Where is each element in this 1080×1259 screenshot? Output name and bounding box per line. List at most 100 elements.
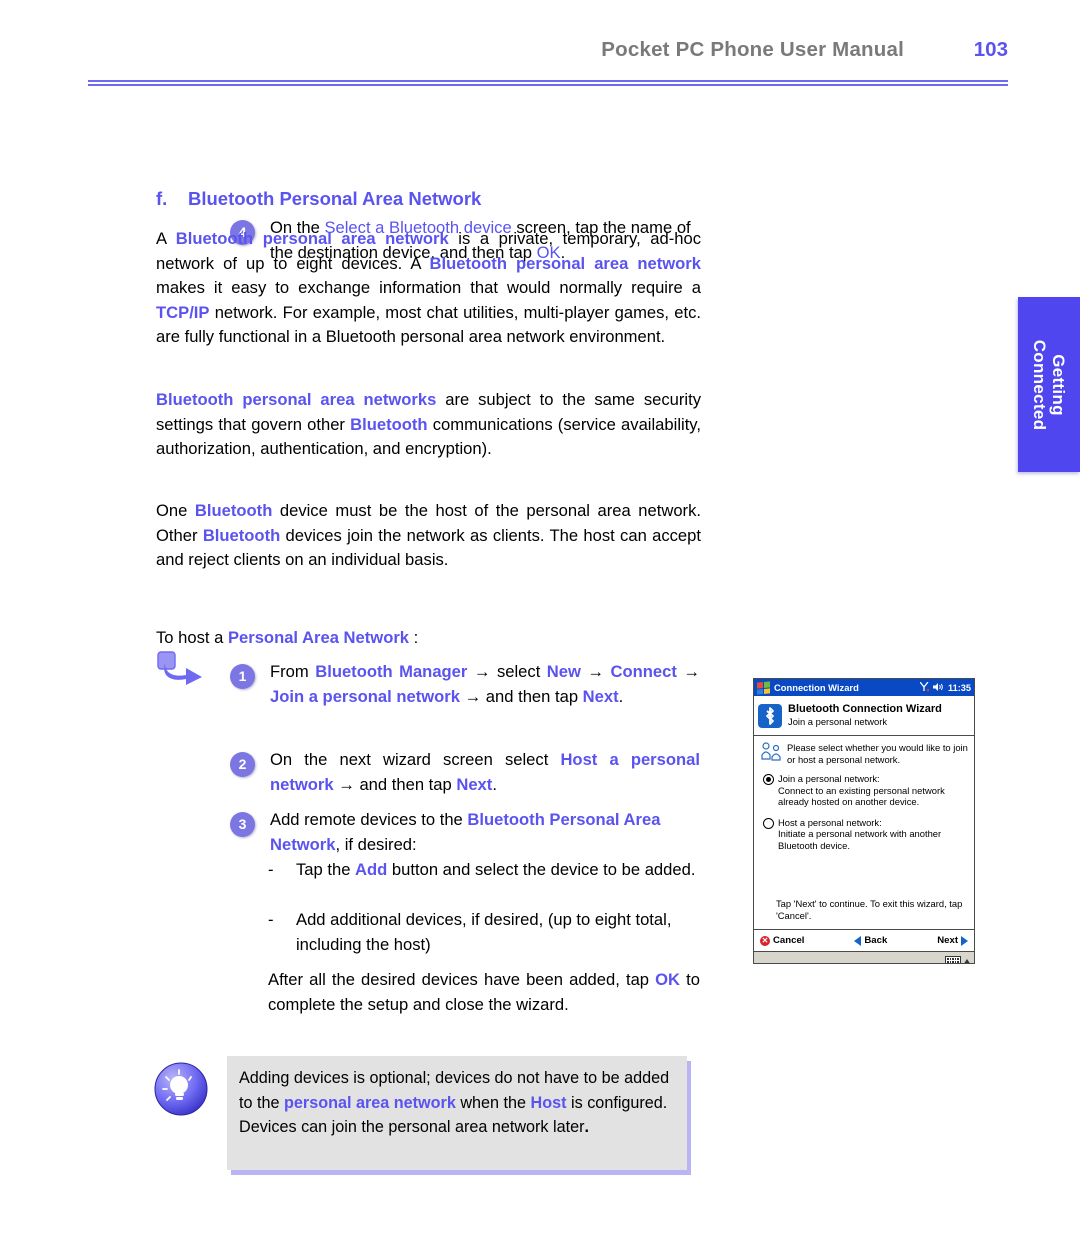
- note-text: Adding devices is optional; devices do n…: [239, 1066, 679, 1140]
- pda-screenshot: Connection Wizard 11:35 Bluetooth Connec…: [753, 678, 975, 964]
- pda-option-host-desc: Initiate a personal network with another…: [778, 828, 942, 851]
- pda-clock: 11:35: [948, 682, 971, 693]
- pda-option-host-title: Host a personal network:: [778, 816, 882, 828]
- side-tab-label: Getting Connected: [1030, 339, 1068, 430]
- arrow-left-icon: [854, 935, 862, 946]
- keyboard-icon[interactable]: [945, 956, 961, 963]
- p1-keyword-1: Bluetooth personal area network: [175, 229, 449, 248]
- pda-option-join-desc: Connect to an existing personal network …: [778, 784, 945, 808]
- note-box: Adding devices is optional; devices do n…: [227, 1056, 687, 1170]
- section-letter: f.: [156, 188, 168, 209]
- chevron-up-icon[interactable]: [963, 959, 971, 963]
- pda-cancel-button[interactable]: ✕ Cancel: [760, 935, 804, 946]
- pda-button-bar: ✕ Cancel Back Next: [754, 930, 974, 952]
- s1-keyword-next: Next: [582, 686, 619, 706]
- p1-s4: network. For example, most chat utilitie…: [156, 302, 701, 347]
- p2-keyword-1: Bluetooth personal area networks: [156, 390, 437, 409]
- pda-next-label: Next: [937, 935, 959, 946]
- s1-keyword-connect: Connect: [610, 662, 677, 681]
- bullet-1-text: Tap the Add button and select the device…: [296, 858, 700, 883]
- pda-back-label: Back: [864, 935, 888, 946]
- b1-s2: button and select the device to be added…: [387, 860, 696, 879]
- b1-keyword-add: Add: [355, 860, 388, 879]
- s1-keyword-bt-manager: Bluetooth Manager: [315, 662, 468, 681]
- section-heading: f. Bluetooth Personal Area Network: [156, 188, 481, 210]
- pda-body: Please select whether you would like to …: [754, 736, 974, 930]
- page-title: Pocket PC Phone User Manual: [601, 38, 904, 61]
- pda-next-button[interactable]: Next: [937, 935, 969, 946]
- pda-option-host[interactable]: Host a personal network: Initiate a pers…: [759, 817, 969, 852]
- step-1-text: From Bluetooth Manager → select New → Co…: [270, 660, 700, 709]
- radio-join-personal-network[interactable]: [763, 774, 774, 785]
- to-host-line: To host a Personal Area Network :: [156, 626, 701, 651]
- s1-arrow-4: →: [459, 686, 486, 706]
- to-host-s2: :: [409, 628, 419, 647]
- note-keyword-pan: personal area network: [284, 1093, 456, 1112]
- pda-option-join-text: Join a personal network: Connect to an e…: [778, 773, 969, 808]
- pointer-arrow-icon: [157, 651, 202, 685]
- to-host-s1: To host a: [156, 628, 228, 647]
- s1-s2: select: [496, 662, 547, 681]
- s2-arrow-1: →: [333, 774, 360, 794]
- paragraph-3: One Bluetooth device must be the host of…: [156, 499, 701, 573]
- s2-s1: On the next wizard screen select: [270, 750, 561, 769]
- pda-title-text: Connection Wizard: [774, 682, 859, 693]
- s3-s1: Add remote devices to the: [270, 810, 468, 829]
- radio-host-personal-network[interactable]: [763, 817, 774, 829]
- note-s2: when the: [455, 1093, 531, 1112]
- bullet-2-dash: -: [268, 910, 274, 929]
- side-tab-getting-connected: Getting Connected: [1018, 297, 1080, 472]
- paragraph-2: Bluetooth personal area networks are sub…: [156, 388, 701, 462]
- pda-wizard-subtitle: Join a personal network: [788, 716, 888, 727]
- windows-logo-icon: [757, 680, 770, 695]
- step-number-3: 3: [230, 812, 255, 837]
- p3-keyword-2: Bluetooth: [202, 525, 281, 545]
- p3-s1: One: [156, 501, 195, 520]
- pda-header-text: Bluetooth Connection Wizard Join a perso…: [788, 703, 942, 728]
- s1-keyword-join: Join a personal network: [270, 686, 460, 706]
- cancel-icon: ✕: [760, 935, 770, 946]
- p1-s1: A: [156, 229, 176, 248]
- s1-s4: .: [618, 686, 624, 706]
- pda-status-icons: 11:35: [919, 681, 971, 694]
- pda-intro-row: Please select whether you would like to …: [759, 741, 969, 765]
- paragraph-1: A Bluetooth personal area network is a p…: [156, 227, 701, 350]
- pda-tip-text: Tap 'Next' to continue. To exit this wiz…: [776, 898, 963, 921]
- side-tab-line-2: Connected: [1030, 339, 1049, 430]
- pda-cancel-label: Cancel: [773, 935, 805, 946]
- step-2-text: On the next wizard screen select Host a …: [270, 748, 700, 797]
- p3-keyword-1: Bluetooth: [194, 501, 273, 520]
- step-number-2: 2: [230, 752, 255, 777]
- s2-s3: .: [492, 774, 497, 794]
- s1-arrow-3: →: [676, 662, 700, 681]
- pda-option-host-text: Host a personal network: Initiate a pers…: [778, 817, 969, 852]
- pda-wizard-header: Bluetooth Connection Wizard Join a perso…: [754, 696, 974, 736]
- note-s4: .: [584, 1118, 590, 1137]
- people-network-icon: [761, 742, 781, 761]
- s1-arrow-2: →: [580, 662, 611, 681]
- b1-s1: Tap the: [296, 860, 356, 879]
- cl-s1: After all the desired devices have been …: [268, 970, 656, 989]
- pda-taskbar: [754, 952, 974, 963]
- bluetooth-icon: [758, 703, 782, 728]
- bullet-2-text: Add additional devices, if desired, (up …: [296, 910, 672, 954]
- pda-intro-text: Please select whether you would like to …: [787, 742, 968, 765]
- pda-wizard-title: Bluetooth Connection Wizard: [788, 703, 942, 715]
- s3-s2: , if desired:: [335, 834, 417, 854]
- side-tab-line-1: Getting: [1049, 353, 1068, 416]
- pda-back-button[interactable]: Back: [854, 935, 887, 946]
- arrow-right-icon: [961, 935, 969, 946]
- page-number: 103: [973, 38, 1008, 61]
- p1-keyword-tcpip: TCP/IP: [156, 302, 210, 322]
- signal-icon: [919, 681, 930, 694]
- closing-text: After all the desired devices have been …: [268, 968, 700, 1017]
- s1-keyword-new: New: [546, 662, 581, 681]
- pda-option-join[interactable]: Join a personal network: Connect to an e…: [759, 773, 969, 808]
- s2-keyword-next: Next: [456, 774, 493, 794]
- pda-option-join-title: Join a personal network:: [778, 773, 880, 784]
- cl-keyword-ok: OK: [655, 970, 681, 989]
- step-number-1: 1: [230, 664, 255, 689]
- p1-s3: makes it easy to exchange information th…: [156, 278, 701, 298]
- pda-titlebar: Connection Wizard 11:35: [754, 679, 974, 696]
- note-keyword-host: Host: [530, 1093, 567, 1112]
